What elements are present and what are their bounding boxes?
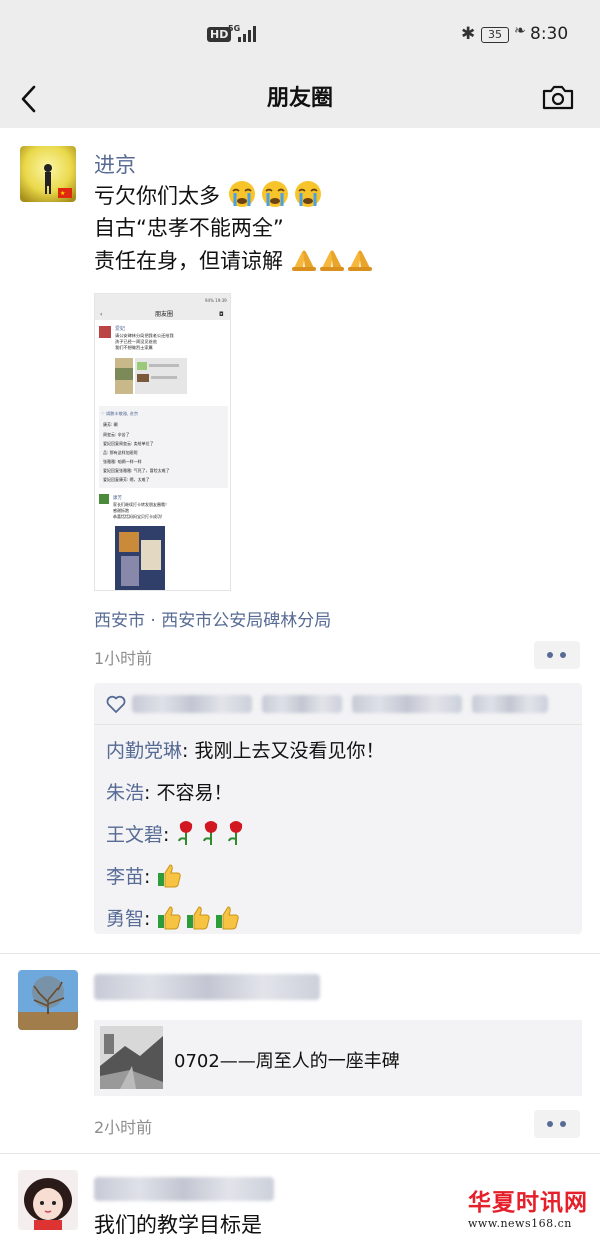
post-text-line: 亏欠你们太多 [94, 180, 326, 211]
dot-icon [547, 1121, 553, 1127]
leaf-icon: ❧ [514, 23, 526, 39]
svg-text:‹: ‹ [100, 311, 102, 318]
thumbs-up-icon [158, 864, 182, 888]
battery-icon: 35 [481, 27, 509, 43]
dot-icon [547, 652, 553, 658]
crying-emoji-icon [294, 181, 321, 207]
post-text: 亏欠你们太多 [94, 184, 220, 208]
post-text: 我们的教学目标是 [94, 1213, 262, 1237]
post-time: 2小时前 [94, 1118, 153, 1137]
camera-button[interactable] [540, 78, 576, 116]
pray-emoji-icon [319, 250, 344, 271]
svg-text:康芳: 康芳 [113, 494, 122, 501]
svg-text:爱妃回复张雅雅: 气死了，冒险太难了: 爱妃回复张雅雅: 气死了，冒险太难了 [103, 467, 170, 473]
rose-icon [228, 821, 243, 845]
crying-emoji-icon [261, 181, 288, 207]
thumbs-up-icon [216, 906, 240, 930]
blurred-names [472, 695, 548, 713]
post-divider [0, 1153, 600, 1154]
svg-text:★: ★ [60, 190, 65, 197]
more-actions-button[interactable] [534, 1110, 580, 1138]
pray-emoji-icon [291, 250, 316, 271]
heart-icon [106, 695, 126, 713]
dot-icon [560, 652, 566, 658]
svg-text:品: 那有这样加班呢: 品: 那有这样加班呢 [103, 449, 138, 455]
comment-item[interactable]: 内勤党琳: 我刚上去又没看见你！ [106, 736, 384, 763]
watermark-title: 华夏时讯网 [468, 1189, 588, 1216]
commenter-name[interactable]: 内勤党琳 [106, 740, 182, 762]
blurred-names [262, 695, 342, 713]
page-title: 朋友圈 [266, 86, 333, 111]
battery-level: 35 [488, 28, 502, 41]
thumbs-up-icon [158, 906, 182, 930]
blurred-author-name [94, 974, 320, 1000]
clock: 8:30 [530, 24, 569, 44]
camera-icon [542, 85, 574, 110]
blurred-author-name [94, 1177, 274, 1201]
comment-text: 不容易！ [156, 782, 233, 804]
svg-text:爱妃回复康芳: 嗯，太难了: 爱妃回复康芳: 嗯，太难了 [103, 476, 150, 482]
crying-emoji-icon [228, 181, 255, 207]
rose-icon [203, 821, 218, 845]
likes-row [94, 683, 582, 725]
post-time: 1小时前 [94, 649, 153, 668]
watermark-url: www.news168.cn [468, 1217, 572, 1230]
svg-text:请公安碑林分局把我老公还给我: 请公安碑林分局把我老公还给我 [115, 332, 174, 339]
svg-text:周玺云: 辛苦了: 周玺云: 辛苦了 [103, 431, 130, 437]
comments-section: 内勤党琳: 我刚上去又没看见你！ 朱浩: 不容易！ 王文碧: 李苗: 勇智: [94, 683, 582, 934]
dot-icon [560, 1121, 566, 1127]
commenter-name[interactable]: 李苗 [106, 866, 144, 888]
svg-text:恭喜恬恬妈妈宝贝打卡成功!: 恭喜恬恬妈妈宝贝打卡成功! [113, 513, 163, 519]
svg-text:♡ 嫣鹏丰敬雅, 进京: ♡ 嫣鹏丰敬雅, 进京 [101, 410, 138, 417]
svg-text:我们不想做烈士家属: 我们不想做烈士家属 [115, 344, 153, 351]
embedded-title: 朋友圈 [155, 310, 173, 318]
comment-item[interactable]: 朱浩: 不容易！ [106, 778, 232, 805]
comment-item[interactable]: 勇智: [106, 904, 243, 931]
post-divider [0, 953, 600, 954]
avatar[interactable] [18, 1170, 78, 1230]
pray-emoji-icon [347, 250, 372, 271]
svg-text:孩子已经一周没见爸爸: 孩子已经一周没见爸爸 [115, 338, 157, 345]
avatar[interactable]: ★ [20, 146, 76, 202]
comment-text: 我刚上去又没看见你！ [194, 740, 385, 762]
svg-text:爱妃回复周玺云: 卖给单位了: 爱妃回复周玺云: 卖给单位了 [103, 440, 154, 446]
thumbs-up-icon [187, 906, 211, 930]
status-bar: HD 5G ✱ 35 ❧ 8:30 [0, 0, 600, 70]
nav-bar: 朋友圈 [0, 70, 600, 128]
commenter-name[interactable]: 朱浩 [106, 782, 144, 804]
more-actions-button[interactable] [534, 641, 580, 669]
signal-icon [238, 26, 256, 42]
comment-item[interactable]: 王文碧: [106, 820, 250, 847]
post-text-line: 责任在身，但请谅解 [94, 246, 374, 276]
comment-item[interactable]: 李苗: [106, 862, 185, 889]
commenter-name[interactable]: 王文碧 [106, 824, 163, 846]
svg-text:康芳: 唰: 康芳: 唰 [103, 421, 118, 427]
rose-icon [178, 821, 193, 845]
commenter-name[interactable]: 勇智 [106, 908, 144, 930]
svg-text:张雅雅: 咱俩一样一样: 张雅雅: 咱俩一样一样 [103, 458, 142, 464]
blurred-names [352, 695, 462, 713]
post-author[interactable]: 进京 [94, 149, 136, 179]
shared-article-card[interactable]: 0702——周至人的一座丰碑 [94, 1020, 582, 1096]
site-watermark: 华夏时讯网 www.news168.cn [462, 1183, 600, 1237]
post-image[interactable]: 94% 19:39 ‹ 朋友圈 ◘ 爱妃 请公安碑林分局把我老公还给我 孩子已经… [94, 293, 231, 591]
article-thumbnail [100, 1026, 163, 1089]
avatar[interactable] [18, 970, 78, 1030]
blurred-names [132, 695, 252, 713]
svg-text:◘: ◘ [219, 311, 224, 318]
location-link[interactable]: 西安市 · 西安市公安局碑林分局 [94, 606, 331, 631]
post-text: 责任在身，但请谅解 [94, 249, 283, 273]
embedded-author: 爱妃 [115, 325, 125, 332]
post-text-line: 自古“忠孝不能两全” [94, 216, 284, 240]
bluetooth-icon: ✱ [461, 24, 476, 44]
svg-text:感谢拆跑: 感谢拆跑 [113, 507, 129, 513]
svg-text:家长们继续打卡转发朋友圈哦！: 家长们继续打卡转发朋友圈哦！ [113, 501, 169, 507]
embedded-status: 94% 19:39 [205, 298, 227, 303]
article-title: 0702——周至人的一座丰碑 [174, 1051, 400, 1072]
